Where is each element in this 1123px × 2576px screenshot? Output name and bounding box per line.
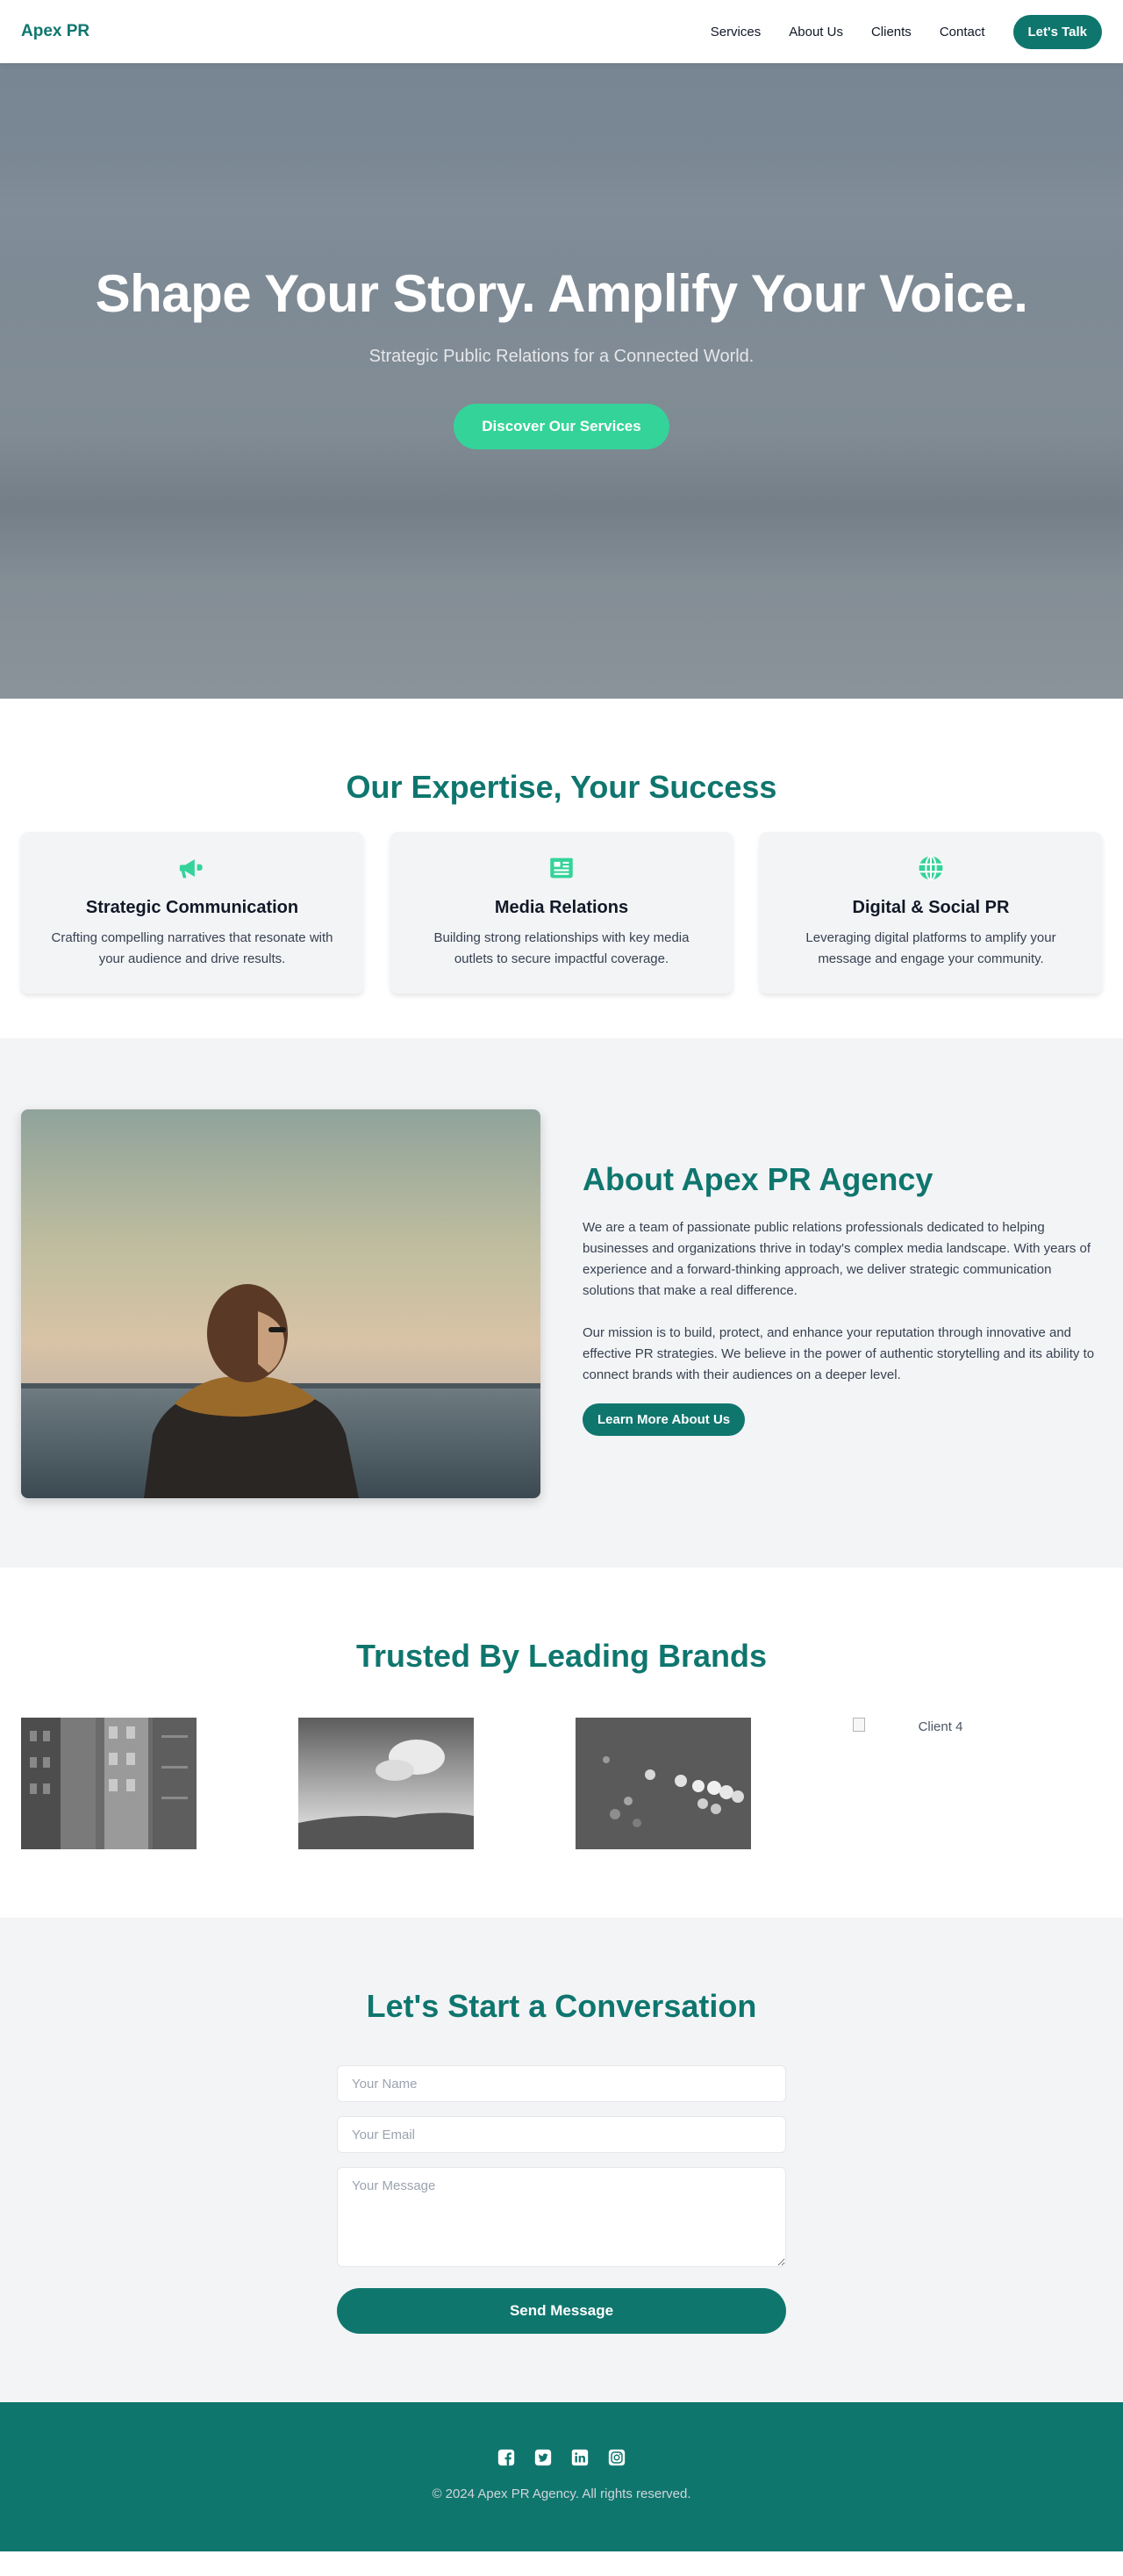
contact-title: Let's Start a Conversation bbox=[366, 1988, 757, 2024]
hero-content: Shape Your Story. Amplify Your Voice. St… bbox=[96, 263, 1028, 449]
site-footer: © 2024 Apex PR Agency. All rights reserv… bbox=[0, 2402, 1123, 2551]
client-logo bbox=[21, 1718, 197, 1849]
copyright: © 2024 Apex PR Agency. All rights reserv… bbox=[432, 2486, 691, 2501]
nav-link-clients[interactable]: Clients bbox=[871, 25, 912, 39]
hero-background bbox=[0, 432, 1123, 581]
client-logo-alt-text: Client 4 bbox=[918, 1719, 963, 1734]
expertise-title: Our Expertise, Your Success bbox=[346, 769, 777, 805]
client-logo-broken: Client 4 bbox=[853, 1718, 1028, 1744]
nav-link-contact[interactable]: Contact bbox=[940, 25, 985, 39]
about-paragraph: Our mission is to build, protect, and en… bbox=[583, 1325, 1095, 1382]
learn-more-button[interactable]: Learn More About Us bbox=[583, 1403, 746, 1436]
nav-link-services[interactable]: Services bbox=[711, 25, 762, 39]
nav-link-about[interactable]: About Us bbox=[789, 25, 843, 39]
instagram-icon[interactable] bbox=[607, 2448, 626, 2467]
hero-title: Shape Your Story. Amplify Your Voice. bbox=[95, 264, 1028, 323]
contact-section: Let's Start a Conversation Send Message bbox=[0, 1918, 1123, 2402]
about-text: About Apex PR Agency We are a team of pa… bbox=[583, 1161, 1102, 1436]
client-logo bbox=[298, 1718, 474, 1849]
logo[interactable]: Apex PR bbox=[21, 22, 89, 41]
card-description: Crafting compelling narratives that reso… bbox=[51, 930, 333, 966]
service-card-media-relations: Media Relations Building strong relation… bbox=[390, 832, 733, 994]
send-message-button[interactable]: Send Message bbox=[337, 2288, 786, 2334]
email-input[interactable] bbox=[337, 2116, 786, 2153]
clients-section: Trusted By Leading Brands Client 4 bbox=[0, 1568, 1123, 1918]
hero-background-haze bbox=[0, 142, 1123, 283]
main-nav: Services About Us Clients Contact Let's … bbox=[683, 14, 1102, 49]
card-title: Strategic Communication bbox=[85, 898, 299, 917]
expertise-section: Our Expertise, Your Success Strategic Co… bbox=[0, 699, 1123, 1038]
social-links bbox=[0, 2448, 1123, 2467]
card-title: Digital & Social PR bbox=[852, 898, 1010, 917]
service-card-digital-social: Digital & Social PR Leveraging digital p… bbox=[760, 832, 1102, 994]
hero-section: Shape Your Story. Amplify Your Voice. St… bbox=[0, 63, 1123, 699]
twitter-icon[interactable] bbox=[533, 2448, 553, 2467]
megaphone-icon bbox=[179, 859, 203, 879]
about-section: About Apex PR Agency We are a team of pa… bbox=[0, 1038, 1123, 1568]
about-paragraph: We are a team of passionate public relat… bbox=[583, 1220, 1091, 1298]
about-photo bbox=[21, 1109, 540, 1498]
about-title: About Apex PR Agency bbox=[583, 1161, 933, 1197]
site-header: Apex PR Services About Us Clients Contac… bbox=[0, 0, 1123, 63]
message-textarea[interactable] bbox=[337, 2167, 786, 2267]
card-title: Media Relations bbox=[494, 898, 629, 917]
hero-subtitle: Strategic Public Relations for a Connect… bbox=[368, 347, 755, 366]
facebook-icon[interactable] bbox=[497, 2448, 516, 2467]
expertise-cards: Strategic Communication Crafting compell… bbox=[0, 832, 1123, 994]
card-description: Leveraging digital platforms to amplify … bbox=[805, 930, 1056, 966]
clients-title: Trusted By Leading Brands bbox=[355, 1638, 768, 1674]
contact-form: Send Message bbox=[337, 2065, 786, 2334]
client-logo bbox=[576, 1718, 751, 1849]
discover-services-button[interactable]: Discover Our Services bbox=[454, 404, 669, 449]
name-input[interactable] bbox=[337, 2065, 786, 2102]
card-description: Building strong relationships with key m… bbox=[433, 930, 690, 966]
linkedin-icon[interactable] bbox=[570, 2448, 590, 2467]
newspaper-icon bbox=[550, 857, 573, 879]
globe-icon bbox=[919, 855, 943, 881]
lets-talk-button[interactable]: Let's Talk bbox=[1012, 14, 1102, 49]
service-card-strategic-communication: Strategic Communication Crafting compell… bbox=[21, 832, 363, 994]
